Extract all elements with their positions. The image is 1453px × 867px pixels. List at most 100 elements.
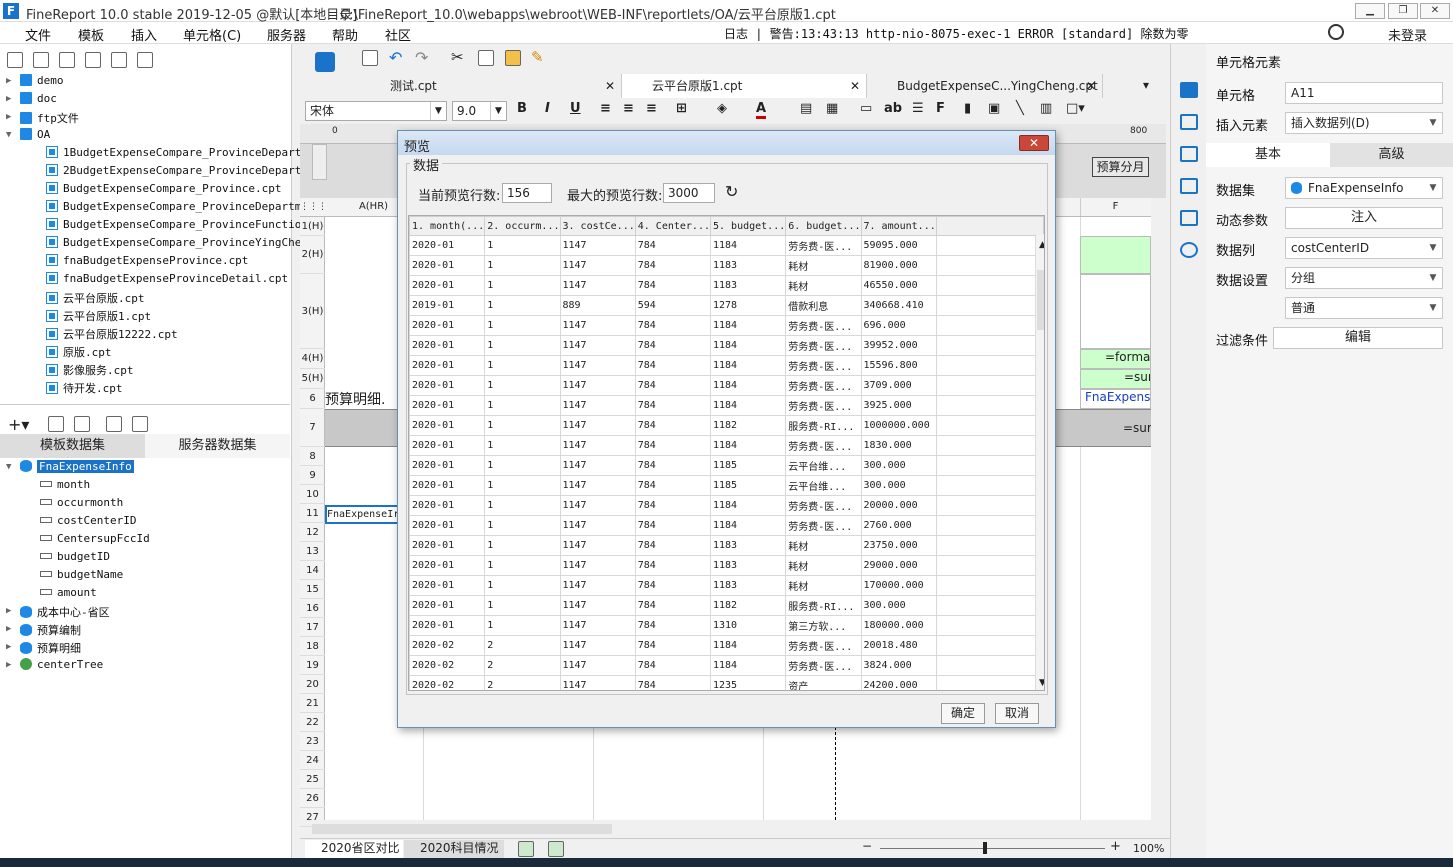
font-family-select[interactable]: 宋体 ▼ bbox=[305, 101, 447, 121]
subreport-icon[interactable]: ▥ bbox=[1040, 101, 1052, 116]
dataset-item[interactable]: ▶ 预算编制 bbox=[6, 622, 81, 640]
zoom-out-icon[interactable]: − bbox=[862, 839, 872, 853]
save-icon[interactable] bbox=[362, 50, 378, 66]
tree-item[interactable]: BudgetExpenseCompare_ProvinceFunction bbox=[46, 218, 308, 236]
table-header[interactable]: 2. occurm... bbox=[484, 216, 561, 236]
dataset-settings-icon[interactable] bbox=[132, 416, 148, 432]
align-center-icon[interactable]: ≡ bbox=[623, 101, 634, 116]
tree-item[interactable]: 2BudgetExpenseCompare_ProvinceDepartm bbox=[46, 164, 308, 182]
expand-arrow-icon[interactable]: ▶ bbox=[6, 606, 11, 616]
table-row[interactable]: 2020-02 2 1147 784 1184 劳务费-医... 3824.000 bbox=[409, 655, 1044, 676]
row-header-cell[interactable]: 20 bbox=[300, 675, 325, 694]
row-header-cell[interactable]: 16 bbox=[300, 599, 325, 618]
expand-arrow-icon[interactable]: ▶ bbox=[6, 660, 11, 670]
close-tab-icon[interactable]: ✕ bbox=[605, 74, 615, 98]
table-row[interactable]: 2020-01 1 1147 784 1184 劳务费-医... 39952.000 bbox=[409, 335, 1044, 356]
row-header-cell[interactable]: 3(H) bbox=[300, 274, 325, 349]
table-header[interactable]: 4. Center... bbox=[634, 216, 712, 236]
cell-name-input[interactable]: A11 bbox=[1285, 82, 1443, 104]
condition-icon[interactable] bbox=[1180, 210, 1198, 226]
cut-icon[interactable]: ✂ bbox=[451, 48, 464, 66]
row-header-cell[interactable]: 25 bbox=[300, 770, 325, 789]
tab-template-datasets[interactable]: 模板数据集 bbox=[0, 434, 145, 458]
expand-arrow-icon[interactable]: ▶ bbox=[6, 112, 11, 122]
row-header-cell[interactable]: 4(H) bbox=[300, 349, 325, 369]
slash-icon[interactable]: ╲ bbox=[1016, 101, 1024, 116]
budget-month-button[interactable]: 预算分月 bbox=[1092, 157, 1149, 177]
align-left-icon[interactable]: ≡ bbox=[600, 101, 611, 116]
close-tab-icon[interactable]: ✕ bbox=[1086, 74, 1096, 98]
cancel-button[interactable]: 取消 bbox=[995, 703, 1039, 724]
menu-cell[interactable]: 单元格(C) bbox=[183, 25, 241, 44]
tree-item[interactable]: ▶ demo bbox=[6, 74, 64, 92]
preview-table[interactable]: 1. month(... 2. occurm... 3. costCe... 4. C… bbox=[408, 215, 1045, 691]
cell-f7[interactable]: =sur bbox=[1080, 409, 1151, 447]
table-header[interactable]: 1. month(... bbox=[409, 216, 486, 236]
settings-icon[interactable] bbox=[85, 52, 101, 68]
cell-attribute-icon[interactable] bbox=[1180, 114, 1198, 130]
grid-corner[interactable]: ⋮⋮⋮ bbox=[300, 198, 327, 216]
table-row[interactable]: 2020-02 2 1147 784 1235 资产 24200.000 bbox=[409, 675, 1044, 690]
max-rows-input[interactable]: 3000 bbox=[663, 183, 715, 203]
log-status[interactable]: 日志 | 警告:13:43:13 http-nio-8075-exec-1 ER… bbox=[724, 25, 1188, 42]
table-row[interactable]: 2020-01 1 1147 784 1184 劳务费-医... 59095.000 bbox=[409, 235, 1044, 256]
tree-item[interactable]: 1BudgetExpenseCompare_ProvinceDepartm bbox=[46, 146, 308, 164]
horizontal-scrollbar[interactable] bbox=[312, 822, 1152, 836]
new-folder-icon[interactable] bbox=[7, 52, 23, 68]
widget-icon[interactable] bbox=[1180, 178, 1198, 194]
insert-text-icon[interactable]: ▭ bbox=[860, 101, 872, 116]
dataset-item[interactable]: budgetID bbox=[40, 550, 110, 568]
dataset-item[interactable]: ▶ 预算明细 bbox=[6, 640, 81, 658]
close-window-button[interactable]: ✕ bbox=[1420, 3, 1450, 19]
tree-item[interactable]: BudgetExpenseCompare_ProvinceDepartme bbox=[46, 200, 308, 218]
tree-item[interactable]: 云平台原版.cpt bbox=[46, 290, 145, 308]
dataset-item[interactable]: CentersupFccId bbox=[40, 532, 150, 550]
redo-icon[interactable]: ↷ bbox=[415, 48, 428, 67]
insert-ab-icon[interactable]: ab bbox=[884, 101, 902, 116]
dialog-close-button[interactable]: ✕ bbox=[1019, 135, 1049, 151]
expand-arrow-icon[interactable]: ▶ bbox=[6, 76, 11, 86]
unmerge-icon[interactable]: ▦ bbox=[826, 101, 838, 116]
fill-color-icon[interactable]: ◈ bbox=[717, 101, 727, 116]
sheet-tab-0[interactable]: 2020省区对比 bbox=[305, 840, 403, 858]
login-status[interactable]: 未登录 bbox=[1388, 25, 1427, 44]
copy-icon[interactable] bbox=[137, 52, 153, 68]
row-header-cell[interactable]: 8 bbox=[300, 447, 325, 466]
row-header-cell[interactable]: 2(H) bbox=[300, 236, 325, 274]
data-setting-mode-select[interactable]: 普通 ▼ bbox=[1285, 297, 1443, 319]
tab-list-icon[interactable]: ▾ bbox=[1143, 78, 1149, 92]
format-painter-icon[interactable]: ✎ bbox=[531, 48, 544, 66]
table-row[interactable]: 2020-01 1 1147 784 1183 耗材 23750.000 bbox=[409, 535, 1044, 556]
tab-file-active[interactable]: 云平台原版1.cpt ✕ bbox=[622, 74, 867, 98]
current-rows-input[interactable]: 156 bbox=[502, 183, 552, 203]
row-header-cell[interactable]: 21 bbox=[300, 694, 325, 713]
column-f-header[interactable]: F bbox=[1080, 198, 1150, 216]
row-header-cell[interactable]: 24 bbox=[300, 751, 325, 770]
row-header-cell[interactable]: 14 bbox=[300, 561, 325, 580]
table-row[interactable]: 2019-01 1 889 594 1278 借款利息 340668.410 bbox=[409, 295, 1044, 316]
menu-file[interactable]: 文件 bbox=[25, 25, 51, 44]
edit-icon[interactable] bbox=[48, 416, 64, 432]
design-mode-icon[interactable] bbox=[315, 52, 335, 72]
search-icon[interactable] bbox=[1328, 24, 1344, 40]
table-row[interactable]: 2020-01 1 1147 784 1182 服务费-RI... 1000000.000 bbox=[409, 415, 1044, 436]
preview-icon[interactable] bbox=[106, 416, 122, 432]
inject-button[interactable]: 注入 bbox=[1285, 207, 1443, 229]
dataset-item[interactable]: ▶ centerTree bbox=[6, 658, 103, 676]
row-header-cell[interactable]: 10 bbox=[300, 485, 325, 504]
table-row[interactable]: 2020-01 1 1147 784 1183 耗材 29000.000 bbox=[409, 555, 1044, 576]
table-row[interactable]: 2020-01 1 1147 784 1182 服务费-RI... 300.000 bbox=[409, 595, 1044, 616]
add-form-sheet-icon[interactable] bbox=[548, 841, 564, 857]
dataset-item[interactable]: ▶ 成本中心-省区 bbox=[6, 604, 110, 622]
italic-button[interactable]: I bbox=[545, 101, 550, 116]
row-header-cell[interactable]: 12 bbox=[300, 523, 325, 542]
hyperlink-icon[interactable] bbox=[1180, 242, 1198, 258]
font-color-icon[interactable]: A bbox=[756, 101, 767, 119]
row-header-cell[interactable]: 7 bbox=[300, 409, 325, 447]
dataset-select[interactable]: FnaExpenseInfo ▼ bbox=[1285, 177, 1443, 199]
cell-f4[interactable]: =forma bbox=[1080, 349, 1151, 369]
tab-advanced[interactable]: 高级 bbox=[1330, 143, 1453, 167]
table-scrollbar[interactable]: ▲ ▼ bbox=[1035, 234, 1044, 690]
more-icon[interactable]: □▾ bbox=[1066, 101, 1085, 116]
underline-button[interactable]: U bbox=[570, 101, 581, 116]
